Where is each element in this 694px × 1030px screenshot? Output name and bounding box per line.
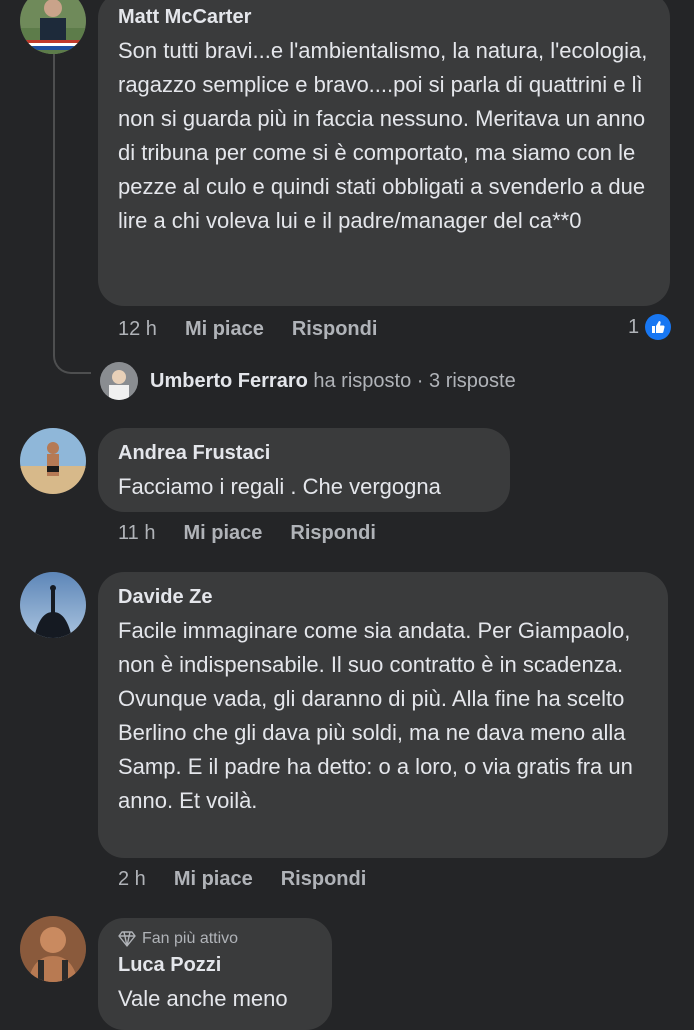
profile-photo <box>20 572 86 638</box>
reaction-summary[interactable]: 1 <box>628 314 672 340</box>
comment-actions: 12 h Mi piace Rispondi <box>118 318 377 341</box>
avatar-luca-pozzi[interactable] <box>20 916 86 982</box>
avatar-umberto-ferraro <box>100 362 138 400</box>
separator-dot: · <box>416 369 424 392</box>
comment-time[interactable]: 11 h <box>118 522 155 545</box>
reply-author: Umberto Ferraro <box>150 369 308 392</box>
view-replies-link[interactable]: Umberto Ferraro ha risposto · 3 risposte <box>100 362 516 400</box>
comment-text: Facile immaginare come sia andata. Per G… <box>118 618 633 813</box>
comment-author[interactable]: Davide Ze <box>118 584 648 610</box>
comment-bubble: Fan più attivo Luca Pozzi Vale anche men… <box>98 918 332 1030</box>
thread-connector <box>53 54 91 374</box>
reply-button[interactable]: Rispondi <box>281 868 367 891</box>
diamond-icon <box>118 931 136 947</box>
profile-photo <box>20 916 86 982</box>
comment-text: Facciamo i regali . Che vergogna <box>118 474 441 499</box>
avatar-andrea-frustaci[interactable] <box>20 428 86 494</box>
comment-author[interactable]: Andrea Frustaci <box>118 440 490 466</box>
comment-bubble: Andrea Frustaci Facciamo i regali . Che … <box>98 428 510 512</box>
comment-bubble: Matt McCarter Son tutti bravi...e l'ambi… <box>98 0 670 306</box>
comment-author[interactable]: Matt McCarter <box>118 4 650 30</box>
profile-photo <box>20 428 86 494</box>
like-button[interactable]: Mi piace <box>183 522 262 545</box>
reaction-count: 1 <box>628 315 640 338</box>
top-fan-badge: Fan più attivo <box>118 930 312 948</box>
reply-button[interactable]: Rispondi <box>290 522 376 545</box>
comment-time[interactable]: 2 h <box>118 868 146 891</box>
thumbs-up-icon <box>645 314 672 340</box>
comment-text: Son tutti bravi...e l'ambientalismo, la … <box>118 38 648 233</box>
reply-button[interactable]: Rispondi <box>292 318 378 341</box>
avatar-davide-ze[interactable] <box>20 572 86 638</box>
reply-action: ha risposto <box>313 369 412 392</box>
comment-actions: 11 h Mi piace Rispondi <box>118 522 376 545</box>
avatar-matt-mccarter[interactable] <box>20 0 86 54</box>
badge-label: Fan più attivo <box>142 930 239 947</box>
like-button[interactable]: Mi piace <box>185 318 264 341</box>
comment-author[interactable]: Luca Pozzi <box>118 952 312 978</box>
comment-bubble: Davide Ze Facile immaginare come sia and… <box>98 572 668 858</box>
profile-photo <box>20 0 86 54</box>
comment-actions: 2 h Mi piace Rispondi <box>118 868 366 891</box>
like-button[interactable]: Mi piace <box>174 868 253 891</box>
comment-text: Vale anche meno <box>118 986 288 1011</box>
reply-count: 3 risposte <box>429 369 516 392</box>
comment-time[interactable]: 12 h <box>118 318 157 341</box>
